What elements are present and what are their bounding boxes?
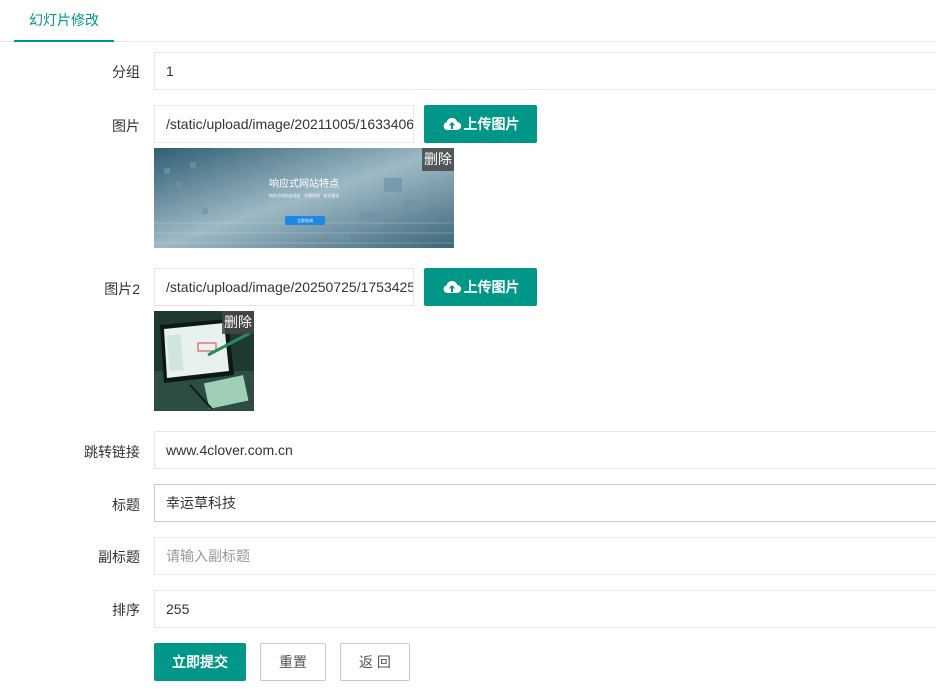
- tab-bar: 幻灯片修改: [0, 0, 936, 42]
- sort-input[interactable]: 255: [154, 590, 936, 628]
- upload-image2-button[interactable]: 上传图片: [424, 268, 537, 306]
- link-input[interactable]: www.4clover.com.cn: [154, 431, 936, 469]
- banner-button: 立即咨询: [285, 216, 325, 225]
- group-label: 分组: [112, 64, 140, 80]
- upload-image2-label: 上传图片: [463, 279, 520, 295]
- image-path-input[interactable]: /static/upload/image/20211005/1633406: [154, 105, 414, 143]
- delete-image-button[interactable]: 删除: [422, 148, 454, 171]
- submit-button[interactable]: 立即提交: [154, 643, 246, 681]
- banner-item: 方便浏览: [304, 193, 320, 198]
- link-label: 跳转链接: [84, 444, 140, 460]
- title-input[interactable]: 幸运草科技: [154, 484, 936, 522]
- subtitle-label: 副标题: [98, 549, 140, 565]
- image-preview: 响应式网站特点 响应式网站自适应 方便浏览 安全稳定 立即咨询 删除: [154, 148, 454, 248]
- subtitle-input[interactable]: 请输入副标题: [154, 537, 936, 575]
- tab-slide-edit[interactable]: 幻灯片修改: [14, 0, 114, 42]
- image2-path-input[interactable]: /static/upload/image/20250725/1753425: [154, 268, 414, 306]
- cloud-upload-icon: [443, 280, 461, 293]
- delete-image2-button[interactable]: 删除: [222, 311, 254, 334]
- image-label: 图片: [112, 118, 140, 134]
- banner-title: 响应式网站特点: [269, 179, 339, 190]
- group-input[interactable]: 1: [154, 52, 936, 90]
- image2-label: 图片2: [104, 281, 140, 297]
- upload-image-label: 上传图片: [463, 116, 520, 132]
- banner-item: 响应式网站自适应: [268, 193, 301, 198]
- cloud-upload-icon: [443, 117, 461, 130]
- back-button[interactable]: 返 回: [340, 643, 410, 681]
- image2-preview: 删除: [154, 311, 254, 411]
- title-label: 标题: [112, 497, 140, 513]
- upload-image-button[interactable]: 上传图片: [424, 105, 537, 143]
- sort-label: 排序: [112, 602, 140, 618]
- banner-items: 响应式网站自适应 方便浏览 安全稳定: [154, 193, 454, 199]
- banner-item: 安全稳定: [323, 193, 340, 198]
- reset-button[interactable]: 重置: [260, 643, 326, 681]
